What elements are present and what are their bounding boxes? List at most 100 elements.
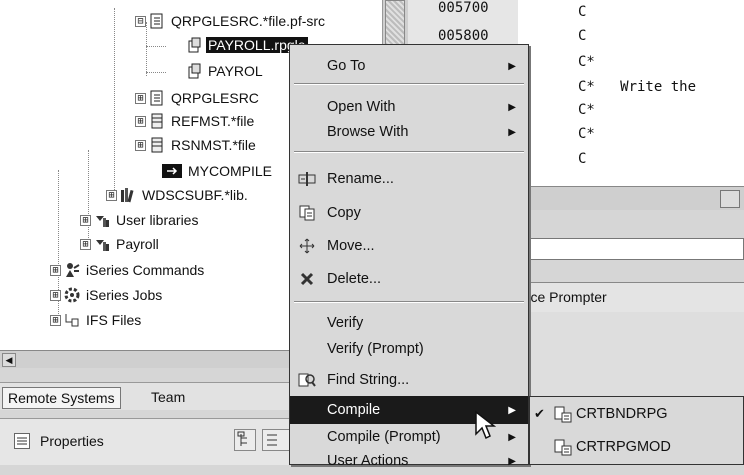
library-filter-icon bbox=[94, 236, 110, 252]
menu-item-label: User Actions bbox=[327, 453, 409, 469]
tree-item-rsnmst[interactable]: ⊞ RSNMST.*file bbox=[135, 134, 258, 156]
menu-item-label: Compile (Prompt) bbox=[327, 429, 441, 445]
tree-item-wdscsubf[interactable]: ⊞ WDSCSUBF.*lib. bbox=[106, 184, 250, 206]
menu-item-label: Rename... bbox=[327, 171, 394, 187]
data-file-icon bbox=[149, 113, 165, 129]
expand-icon[interactable]: ⊞ bbox=[106, 189, 117, 201]
menu-item-open-with[interactable]: Open With ▶ bbox=[290, 93, 528, 121]
code-line: C* bbox=[578, 102, 595, 118]
find-string-icon bbox=[298, 371, 316, 389]
tree-item-label: User libraries bbox=[116, 212, 199, 228]
tab-properties[interactable]: Properties bbox=[40, 433, 104, 449]
tree-item-label: REFMST.*file bbox=[171, 113, 255, 129]
menu-separator bbox=[294, 83, 524, 85]
tree-item-label: Payroll bbox=[116, 236, 159, 252]
menu-item-verify[interactable]: Verify bbox=[290, 309, 528, 337]
tree-item-label: MYCOMPILE bbox=[188, 163, 273, 179]
expand-icon[interactable]: ⊞ bbox=[50, 289, 61, 301]
code-line: C* Write the bbox=[578, 79, 697, 95]
tree-item-label: RSNMST.*file bbox=[171, 137, 256, 153]
menu-item-label: Find String... bbox=[327, 372, 410, 388]
tree-item-qrpglesrc[interactable]: ⊟ QRPGLESRC.*file.pf-src bbox=[135, 10, 327, 32]
view-tab-bar: Remote Systems Team bbox=[0, 382, 300, 410]
menu-item-rename[interactable]: Rename... bbox=[290, 165, 528, 193]
submenu-arrow-icon: ▶ bbox=[508, 126, 516, 138]
menu-item-browse-with[interactable]: Browse With ▶ bbox=[290, 118, 528, 146]
tree-item-iseries-commands[interactable]: ⊞ iSeries Commands bbox=[50, 259, 206, 281]
submenu-item-label: CRTRPGMOD bbox=[576, 439, 671, 455]
move-icon bbox=[298, 237, 316, 255]
delete-icon bbox=[298, 270, 316, 288]
menu-separator bbox=[294, 151, 524, 153]
tree-item-ifs-files[interactable]: ⊞ IFS Files bbox=[50, 309, 143, 331]
code-line: C bbox=[578, 28, 587, 44]
menu-item-label: Verify bbox=[327, 315, 364, 331]
tree-item-label: QRPGLESRC.*file.pf-src bbox=[171, 13, 326, 29]
tree-item-label: IFS Files bbox=[86, 312, 142, 328]
tree-item-label: PAYROL bbox=[208, 63, 263, 79]
expand-icon[interactable]: ⊞ bbox=[135, 92, 146, 104]
submenu-item-crtrpgmod[interactable]: CRTRPGMOD bbox=[530, 432, 743, 462]
properties-view-header: Properties bbox=[0, 418, 300, 465]
tree-item-mycompile[interactable]: MYCOMPILE bbox=[162, 160, 274, 182]
tab-remote-systems[interactable]: Remote Systems bbox=[2, 387, 121, 409]
tree-item-label: WDSCSUBF.*lib. bbox=[142, 187, 248, 203]
submenu-arrow-icon: ▶ bbox=[508, 431, 516, 443]
scroll-left-icon[interactable]: ◀ bbox=[2, 353, 16, 367]
submenu-item-crtbndrpg[interactable]: ✔ CRTBNDRPG bbox=[530, 399, 743, 429]
tree-item-user-libraries[interactable]: ⊞ User libraries bbox=[80, 209, 200, 231]
menu-item-label: Go To bbox=[327, 58, 366, 74]
menu-item-label: Verify (Prompt) bbox=[327, 341, 424, 357]
menu-item-go-to[interactable]: Go To ▶ bbox=[290, 52, 528, 80]
tree-guide-line bbox=[146, 72, 166, 73]
tree-item-label: iSeries Commands bbox=[86, 262, 205, 278]
checkmark-icon: ✔ bbox=[534, 406, 545, 421]
expand-icon[interactable]: ⊞ bbox=[50, 264, 61, 276]
menu-item-move[interactable]: Move... bbox=[290, 232, 528, 260]
code-line: C* bbox=[578, 126, 595, 142]
tree-layout-icon[interactable] bbox=[234, 429, 256, 451]
tree-item-payroll-filter[interactable]: ⊞ Payroll bbox=[80, 233, 161, 255]
tree-item-label: QRPGLESRC bbox=[171, 90, 259, 106]
expand-icon[interactable]: ⊞ bbox=[50, 314, 61, 326]
tree-item-iseries-jobs[interactable]: ⊞ iSeries Jobs bbox=[50, 284, 164, 306]
menu-separator bbox=[294, 301, 524, 303]
tree-item-refmst[interactable]: ⊞ REFMST.*file bbox=[135, 110, 256, 132]
tab-source-prompter[interactable]: urce Prompter bbox=[518, 289, 607, 305]
jobs-icon bbox=[64, 287, 80, 303]
tree-item-payrol[interactable]: PAYROL bbox=[186, 60, 265, 82]
tree-item-label: iSeries Jobs bbox=[86, 287, 163, 303]
expand-icon[interactable]: ⊞ bbox=[135, 139, 146, 151]
commands-icon bbox=[64, 262, 80, 278]
tab-team[interactable]: Team bbox=[146, 387, 191, 409]
menu-item-label: Delete... bbox=[327, 271, 381, 287]
mouse-pointer-icon bbox=[474, 410, 497, 440]
command-icon bbox=[554, 405, 572, 423]
menu-item-delete[interactable]: Delete... bbox=[290, 265, 528, 293]
program-icon bbox=[162, 163, 182, 179]
menu-item-user-actions[interactable]: User Actions ▶ bbox=[290, 447, 528, 475]
submenu-arrow-icon: ▶ bbox=[508, 60, 516, 72]
submenu-item-label: CRTBNDRPG bbox=[576, 406, 668, 422]
member-icon bbox=[186, 37, 202, 53]
compile-submenu: ✔ CRTBNDRPG CRTRPGMOD bbox=[529, 396, 744, 465]
menu-item-find-string[interactable]: Find String... bbox=[290, 366, 528, 394]
source-file-icon bbox=[149, 13, 165, 29]
collapse-icon[interactable]: ⊟ bbox=[135, 15, 146, 27]
categories-icon[interactable] bbox=[262, 429, 292, 451]
menu-item-copy[interactable]: Copy bbox=[290, 199, 528, 227]
code-line: C bbox=[578, 151, 587, 167]
tree-guide-line bbox=[88, 150, 89, 246]
expand-icon[interactable]: ⊞ bbox=[80, 214, 91, 226]
scrollbar-thumb[interactable] bbox=[720, 190, 740, 208]
menu-item-verify-prompt[interactable]: Verify (Prompt) bbox=[290, 335, 528, 363]
expand-icon[interactable]: ⊞ bbox=[80, 238, 91, 250]
member-icon bbox=[186, 63, 202, 79]
tree-guide-line bbox=[114, 8, 115, 194]
context-menu: Go To ▶ Open With ▶ Browse With ▶ Rename… bbox=[289, 44, 529, 469]
tree-item-qrpglesrc-2[interactable]: ⊞ QRPGLESRC bbox=[135, 87, 261, 109]
data-file-icon bbox=[149, 137, 165, 153]
menu-item-label: Compile bbox=[327, 402, 381, 418]
expand-icon[interactable]: ⊞ bbox=[135, 115, 146, 127]
sequence-number: 005700 bbox=[438, 0, 489, 16]
